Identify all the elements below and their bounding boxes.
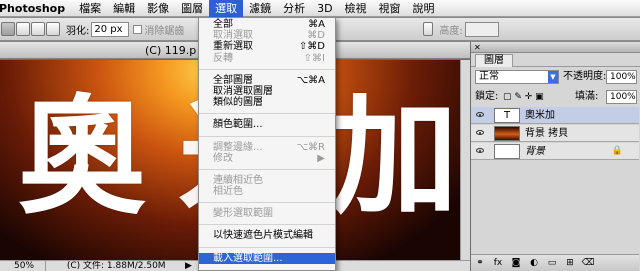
link-icon[interactable]: ⚭: [471, 255, 489, 271]
panel-title-bar: ✕: [471, 42, 640, 53]
menu-item-all[interactable]: 全部 ⌘A: [199, 19, 335, 30]
vertical-scrollbar[interactable]: [460, 60, 470, 260]
mask-icon[interactable]: ◙: [507, 255, 525, 271]
menu-edit[interactable]: 編輯: [107, 0, 141, 17]
menu-view[interactable]: 檢視: [339, 0, 373, 17]
menu-item-deselect-layers[interactable]: 取消選取圖層: [199, 86, 335, 97]
menu-bar: Photoshop 檔案 編輯 影像 圖層 選取 濾鏡 分析 3D 檢視 視窗 …: [0, 0, 640, 17]
menu-3d[interactable]: 3D: [311, 0, 338, 17]
text-layer-thumb: T: [494, 108, 520, 123]
layer-row[interactable]: 背景 拷貝: [471, 125, 639, 142]
select-menu-dropdown: 全部 ⌘A 取消選取 ⌘D 重新選取 ⇧⌘D 反轉 ⇧⌘I 全部圖層 ⌥⌘A 取消選取圖層…: [198, 17, 336, 271]
background-thumb: [494, 144, 520, 159]
fill-label: 填滿:: [575, 91, 599, 102]
blend-mode-select[interactable]: 正常 ▼: [475, 70, 559, 84]
layer-name: 奧米加: [525, 110, 555, 121]
feather-input[interactable]: 20 px: [91, 21, 130, 37]
close-icon[interactable]: ✕: [474, 42, 481, 53]
app-menu[interactable]: Photoshop: [0, 2, 73, 15]
trash-icon[interactable]: ⌫: [579, 255, 597, 271]
layers-panel: ✕ 圖層 正常 ▼ 不透明度: 100% 鎖定: ▢ ✎ ✛ ▣ 填滿: 100%…: [470, 42, 640, 271]
menu-analysis[interactable]: 分析: [277, 0, 311, 17]
adjustment-icon[interactable]: ◐: [525, 255, 543, 271]
feather-label: 羽化:: [66, 25, 90, 37]
opacity-label: 不透明度:: [563, 71, 607, 82]
blend-row: 正常 ▼ 不透明度: 100%: [471, 67, 640, 87]
layer-row[interactable]: 背景 🔒: [471, 143, 639, 160]
menu-item-load-selection[interactable]: 載入選取範圍...: [199, 252, 335, 264]
document-title: (C) 119.p: [145, 44, 197, 57]
lock-icons[interactable]: ▢ ✎ ✛ ▣: [503, 90, 544, 104]
eye-icon[interactable]: [476, 112, 484, 117]
height-input[interactable]: [464, 21, 499, 37]
menu-item-similar-layers[interactable]: 類似的圖層: [199, 97, 335, 108]
menu-item-modify[interactable]: 修改 ▶: [199, 153, 335, 164]
eye-icon[interactable]: [476, 148, 484, 153]
menu-item-similar[interactable]: 相近色: [199, 186, 335, 197]
layer-name: 背景 拷貝: [525, 128, 569, 139]
menu-help[interactable]: 說明: [407, 0, 441, 17]
menu-separator: [199, 68, 335, 70]
canvas-glyph-3: 加: [330, 83, 459, 232]
intersect-selection-icon[interactable]: [46, 22, 60, 36]
fx-icon[interactable]: fx: [489, 255, 507, 271]
eye-icon[interactable]: [476, 130, 484, 135]
image-thumb: [494, 126, 520, 141]
panel-footer: ⚭ fx ◙ ◐ ▭ ⊞ ⌫: [471, 254, 639, 271]
add-selection-icon[interactable]: [16, 22, 30, 36]
layer-row[interactable]: T 奧米加: [471, 107, 639, 124]
menu-separator: [199, 113, 335, 115]
menu-layer[interactable]: 圖層: [175, 0, 209, 17]
file-info: (C) 文件: 1.88M/2.50M: [66, 261, 166, 271]
menu-item-inverse[interactable]: 反轉 ⇧⌘I: [199, 53, 335, 64]
new-layer-icon[interactable]: ⊞: [561, 255, 579, 271]
antialias-label: 消除鋸齒: [144, 25, 185, 37]
menu-filter[interactable]: 濾鏡: [243, 0, 277, 17]
layers-tab-bar: 圖層: [471, 53, 640, 67]
swap-icon[interactable]: [423, 22, 434, 36]
menu-select[interactable]: 選取: [209, 0, 244, 17]
lock-row: 鎖定: ▢ ✎ ✛ ▣ 填滿: 100%: [471, 87, 640, 107]
menu-item-grow[interactable]: 連續相近色: [199, 175, 335, 186]
menu-item-reselect[interactable]: 重新選取 ⇧⌘D: [199, 41, 335, 52]
menu-separator: [199, 246, 335, 248]
fill-input[interactable]: 100%: [606, 90, 637, 104]
menu-item-all-layers[interactable]: 全部圖層 ⌥⌘A: [199, 75, 335, 86]
menu-separator: [199, 135, 335, 137]
menu-item-color-range[interactable]: 顏色範圍...: [199, 119, 335, 130]
menu-item-transform-selection[interactable]: 變形選取範圍: [199, 208, 335, 219]
menu-file[interactable]: 檔案: [73, 0, 107, 17]
canvas-glyph-1: 奧: [18, 83, 147, 232]
menu-item-quick-mask[interactable]: 以快速遮色片模式編輯: [199, 230, 335, 241]
height-label: 高度:: [439, 25, 463, 37]
menu-image[interactable]: 影像: [141, 0, 175, 17]
chevron-down-icon: ▼: [548, 71, 558, 83]
zoom-field[interactable]: 50%: [0, 261, 46, 271]
submenu-arrow-icon: ▶: [317, 152, 325, 164]
menu-separator: [199, 224, 335, 226]
opacity-input[interactable]: 100%: [606, 70, 637, 84]
menu-item-deselect[interactable]: 取消選取 ⌘D: [199, 30, 335, 41]
menu-separator: [199, 168, 335, 170]
menu-separator: [199, 202, 335, 204]
subtract-selection-icon[interactable]: [31, 22, 45, 36]
lock-label: 鎖定:: [475, 91, 499, 102]
tab-layers[interactable]: 圖層: [475, 54, 513, 67]
folder-icon[interactable]: ▭: [543, 255, 561, 271]
status-arrow-icon[interactable]: ▶: [185, 261, 192, 271]
layer-name: 背景: [525, 146, 545, 157]
menu-item-refine-edge[interactable]: 調整邊緣... ⌥⌘R: [199, 142, 335, 153]
antialias-checkbox[interactable]: [133, 24, 143, 34]
menu-window[interactable]: 視窗: [373, 0, 407, 17]
new-selection-icon[interactable]: [1, 22, 15, 36]
lock-icon: 🔒: [611, 146, 623, 156]
